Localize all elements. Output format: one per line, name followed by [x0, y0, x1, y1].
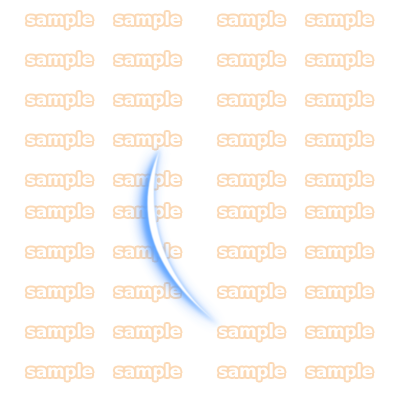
image-canvas: sample sample sample sample sample sample samp…	[0, 0, 400, 400]
blue-crescent-slash-effect	[140, 148, 220, 326]
